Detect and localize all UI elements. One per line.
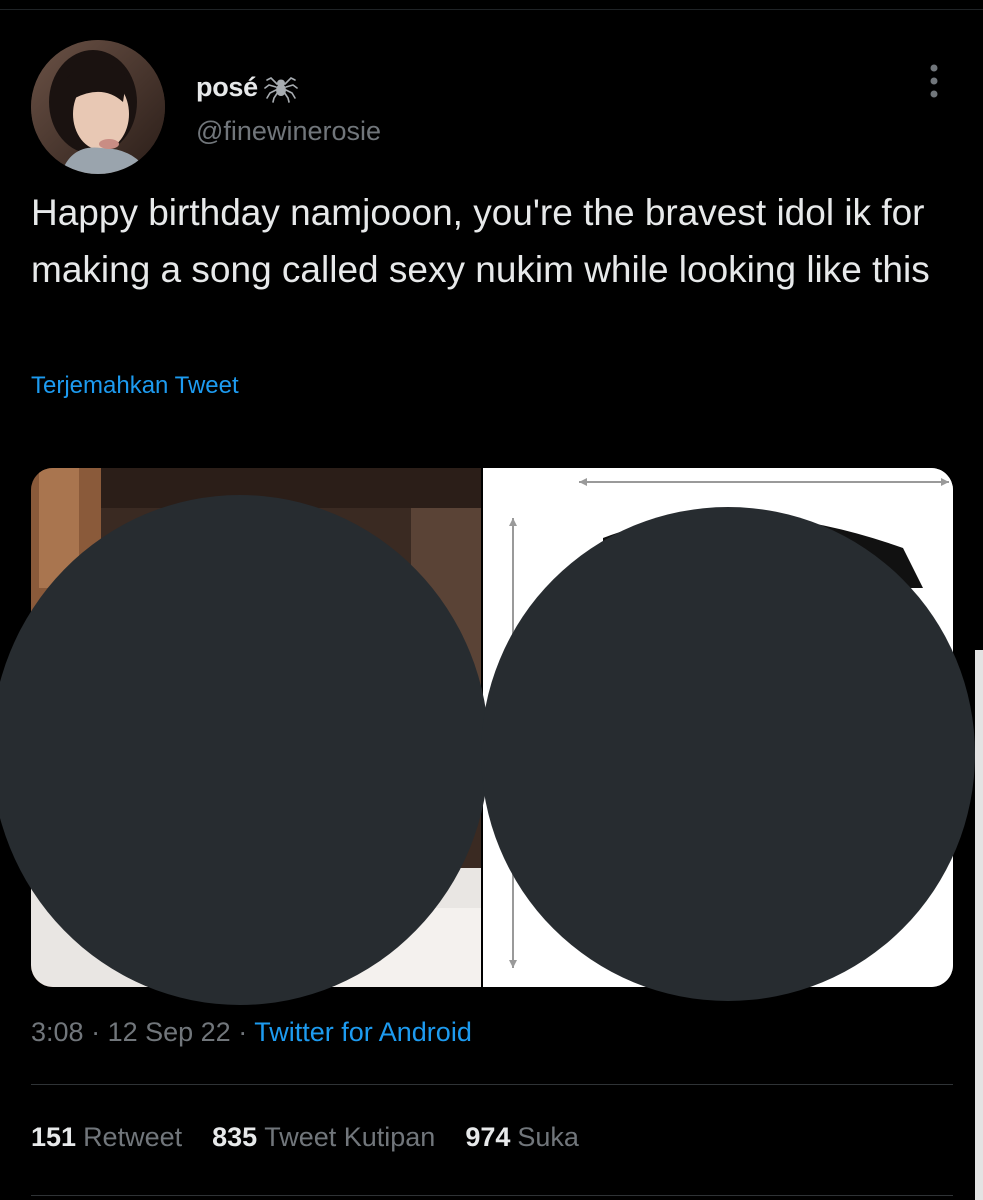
display-name[interactable]: posé (196, 72, 258, 103)
likes-stat[interactable]: 974 Suka (465, 1122, 579, 1153)
tweet-date[interactable]: 12 Sep 22 (108, 1017, 231, 1047)
redaction-circle-right (481, 507, 975, 1001)
retweets-label: Retweet (83, 1122, 183, 1152)
more-vertical-icon[interactable] (924, 62, 944, 102)
likes-count: 974 (465, 1122, 511, 1152)
tweet-time: 3:08 (31, 1017, 84, 1047)
retweets-stat[interactable]: 151 Retweet (31, 1122, 182, 1153)
meta-separator: · (91, 1017, 101, 1047)
redaction-circle-left (0, 495, 489, 1005)
meta-separator: · (238, 1017, 248, 1047)
quote-tweets-stat[interactable]: 835 Tweet Kutipan (212, 1122, 435, 1153)
bottom-divider (31, 1195, 953, 1196)
tweet-source-link[interactable]: Twitter for Android (254, 1017, 472, 1047)
quote-tweets-count: 835 (212, 1122, 258, 1152)
avatar[interactable] (31, 40, 165, 174)
author-name-row[interactable]: posé (196, 70, 298, 104)
retweets-count: 151 (31, 1122, 77, 1152)
top-divider (0, 9, 983, 10)
spider-icon (264, 77, 298, 103)
quote-tweets-label: Tweet Kutipan (264, 1122, 436, 1152)
tweet-text: Happy birthday namjooon, you're the brav… (31, 192, 930, 290)
avatar-image (31, 40, 165, 174)
stats-divider (31, 1084, 953, 1085)
translate-tweet-link[interactable]: Terjemahkan Tweet (31, 372, 239, 400)
tweet-meta: 3:08 · 12 Sep 22 · Twitter for Android (31, 1017, 472, 1048)
scrollbar[interactable] (975, 650, 983, 1200)
likes-label: Suka (517, 1122, 579, 1152)
handle[interactable]: @finewinerosie (196, 116, 381, 147)
tweet-detail-view: posé @finewinerosie Happy birthday namjo… (0, 0, 983, 1200)
tweet-stats: 151 Retweet 835 Tweet Kutipan 974 Suka (31, 1122, 579, 1153)
